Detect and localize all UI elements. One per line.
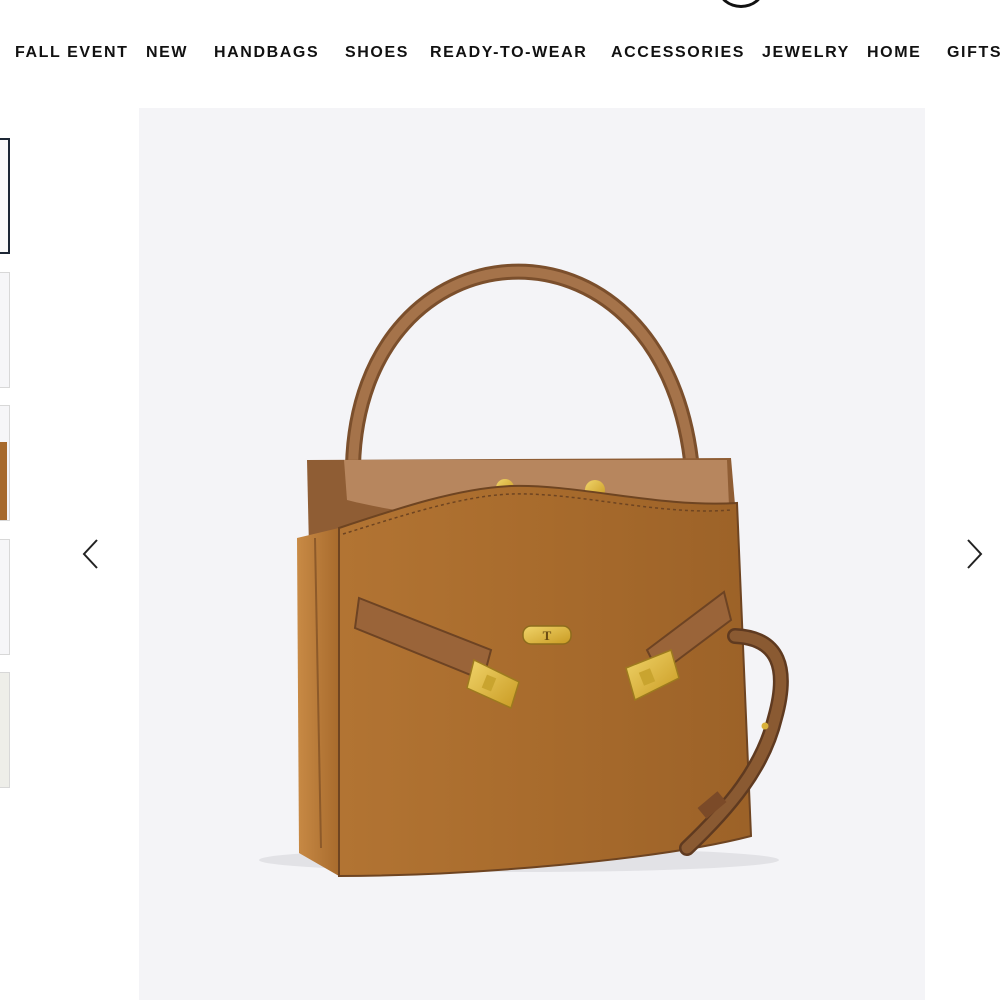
thumbnail-bag-image	[0, 442, 7, 520]
strap-rivet	[761, 722, 769, 730]
chevron-left-icon	[82, 539, 98, 569]
thumbnail-3[interactable]	[0, 405, 10, 521]
main-navigation: FALL EVENT NEW HANDBAGS SHOES READY-TO-W…	[0, 40, 1000, 66]
nav-item-new[interactable]: NEW	[146, 40, 188, 66]
product-image-stage: T	[139, 108, 925, 1000]
thumbnail-1[interactable]	[0, 138, 10, 254]
thumbnail-4[interactable]	[0, 539, 10, 655]
product-page: FALL EVENT NEW HANDBAGS SHOES READY-TO-W…	[0, 0, 1000, 1000]
previous-image-button[interactable]	[78, 534, 108, 574]
bag-front-panel	[338, 484, 753, 878]
thumbnail-5[interactable]	[0, 672, 10, 788]
nav-item-jewelry[interactable]: JEWELRY	[762, 40, 850, 66]
product-image-handbag: T	[259, 263, 789, 878]
thumbnail-2[interactable]	[0, 272, 10, 388]
top-handle	[345, 263, 699, 474]
nav-item-shoes[interactable]: SHOES	[345, 40, 409, 66]
nav-item-gifts[interactable]: GIFTS	[947, 40, 1000, 66]
lock-monogram: T	[543, 628, 552, 643]
nav-item-home[interactable]: HOME	[867, 40, 921, 66]
nav-item-ready-to-wear[interactable]: READY-TO-WEAR	[430, 40, 587, 66]
chevron-right-icon	[967, 539, 983, 569]
nav-item-handbags[interactable]: HANDBAGS	[214, 40, 319, 66]
nav-item-fall-event[interactable]: FALL EVENT	[15, 40, 129, 66]
nav-item-accessories[interactable]: ACCESSORIES	[611, 40, 745, 66]
brand-logo[interactable]	[718, 0, 764, 8]
next-image-button[interactable]	[960, 534, 990, 574]
